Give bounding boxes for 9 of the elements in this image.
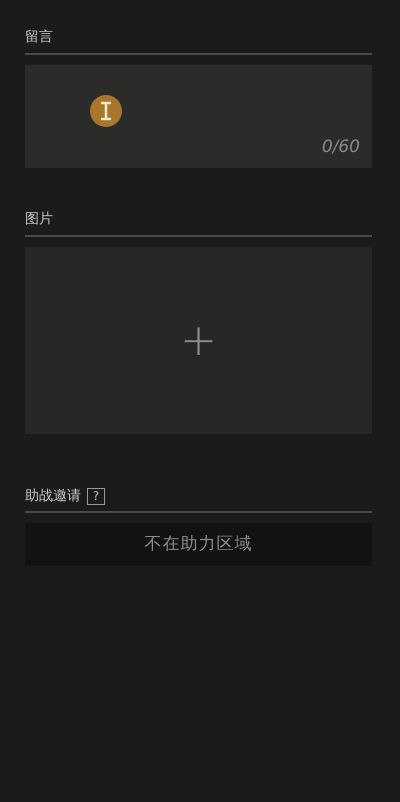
section-title: 图片 [25,210,53,229]
message-field[interactable]: 0/60 [25,65,372,168]
section-title: 助战邀请 [25,487,81,506]
text-cursor-icon [90,95,122,127]
help-button[interactable]: ? [87,488,105,504]
section-title: 留言 [25,28,53,47]
image-upload-area[interactable]: + [25,247,372,434]
add-image-symbol: + [180,318,217,362]
character-counter: 0/60 [322,136,360,158]
